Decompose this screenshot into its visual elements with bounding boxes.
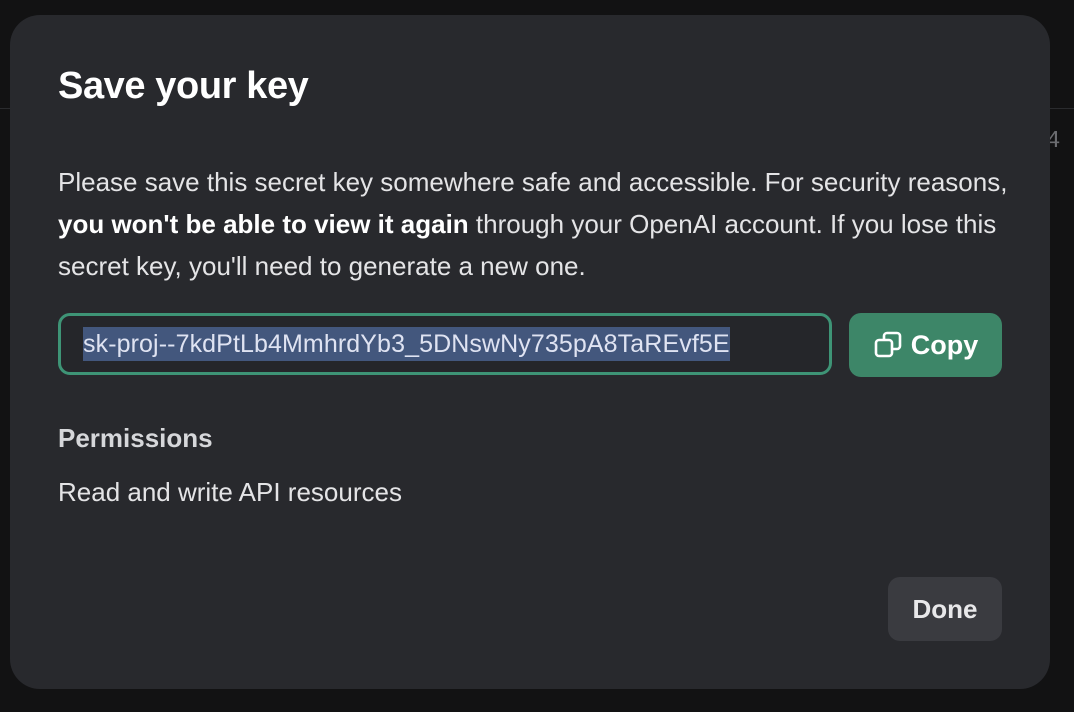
dialog-description: Please save this secret key somewhere sa…: [58, 161, 1008, 287]
permissions-heading: Permissions: [58, 423, 213, 453]
secret-key-field[interactable]: sk-proj--7kdPtLb4MmhrdYb3_5DNswNy735pA8T…: [58, 313, 832, 375]
description-text-start: Please save this secret key somewhere sa…: [58, 167, 1008, 197]
description-emphasis: you won't be able to view it again: [58, 209, 469, 239]
secret-key-value[interactable]: sk-proj--7kdPtLb4MmhrdYb3_5DNswNy735pA8T…: [83, 327, 730, 361]
permissions-value: Read and write API resources: [58, 477, 402, 507]
copy-button[interactable]: Copy: [849, 313, 1002, 377]
copy-button-label: Copy: [910, 329, 979, 360]
copy-icon: [873, 329, 905, 361]
done-button[interactable]: Done: [888, 577, 1002, 641]
save-key-dialog: Save your key Please save this secret ke…: [10, 15, 1050, 689]
dialog-title: Save your key: [58, 65, 309, 107]
